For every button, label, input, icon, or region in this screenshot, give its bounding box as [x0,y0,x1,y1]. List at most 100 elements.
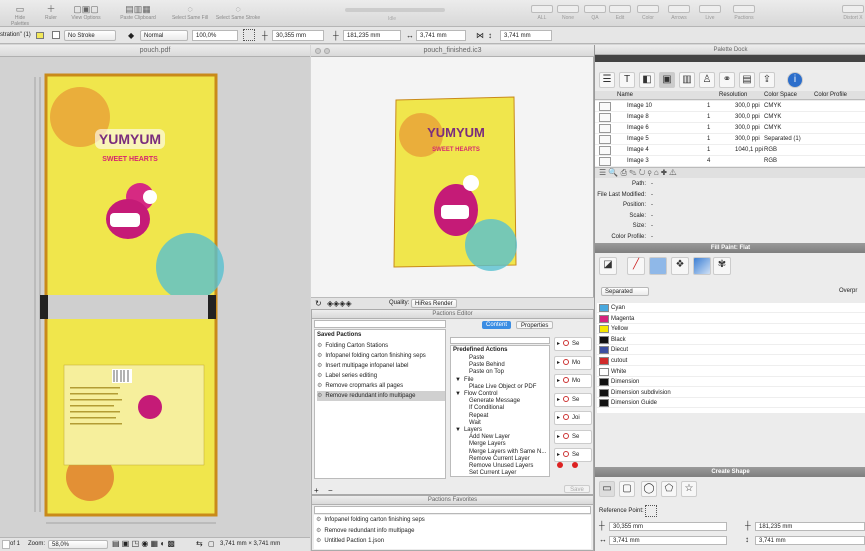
width-field[interactable]: 3,741 mm [416,30,466,41]
image-row[interactable]: Image 10 1 300,0 ppi CMYK [595,101,865,112]
separation-row[interactable]: Black [597,335,865,345]
select-same-stroke-button[interactable]: ◌ Select Same Stroke [214,3,262,21]
export-icon[interactable]: ⇪ [759,72,775,88]
image-row[interactable]: Image 4 1 1040,1 ppi RGB [595,145,865,156]
favorites-search-input[interactable] [314,506,591,514]
distort-x-button[interactable]: Distort X [838,5,865,21]
separation-row[interactable]: Dimension [597,377,865,388]
predefined-action-item[interactable]: Set Current Layer [469,470,516,476]
disclosure-triangle-icon[interactable]: ▼ [455,427,461,433]
favorite-item[interactable]: ⚙ Infopanel folding carton finishing seps [316,515,586,525]
hide-palettes-button[interactable]: ▭ Hide Palettes [6,3,34,27]
paction-step[interactable]: ▸ Joi [554,411,592,425]
rounded-rect-shape-icon[interactable]: ▢ [619,481,635,497]
remove-paction-button[interactable]: − [328,486,333,495]
separation-row[interactable]: Diecut [597,345,865,356]
no-fill-icon[interactable]: ╱ [627,257,645,275]
overprint-checkbox[interactable]: Overpr [839,288,857,294]
predefined-action-item[interactable]: Paste on Top [469,369,504,376]
reference-point-icon[interactable] [645,505,657,517]
height-field[interactable]: 3,741 mm [500,30,552,41]
view-mode-icons[interactable]: ▤ ▣ ◳ ◉ ▦ ◐ ▩ [112,539,175,548]
swatch-fill-icon[interactable]: ◪ [599,257,617,275]
flat-fill-icon[interactable] [649,257,667,275]
stroke-select[interactable]: No Stroke [64,30,116,41]
layers-icon[interactable]: ◧ [639,72,655,88]
view-icon[interactable]: ◈◈◈◈ [327,299,352,308]
saved-search-input[interactable] [314,320,446,328]
view-options-button[interactable]: ▢▣▢ View Options [66,3,106,21]
separation-row[interactable]: Dimension subdivision [597,388,865,398]
expand-icon[interactable]: ▸ [557,360,560,366]
add-paction-button[interactable]: + [314,486,319,495]
document-icon[interactable]: ▤ [739,72,755,88]
predefined-action-item[interactable]: Merge Layers [469,441,506,448]
ruler-button[interactable]: ＋ Ruler [40,3,62,21]
saved-paction-item[interactable]: ⚙ Label series editing [317,371,445,381]
blend-mode-select[interactable]: Normal [140,30,188,41]
shape-x-field[interactable]: 30,355 mm [609,522,727,531]
image-row[interactable]: Image 8 1 300,0 ppi CMYK [595,112,865,123]
favorite-item[interactable]: ⚙ Remove redundant info multipage [316,526,586,536]
disclosure-triangle-icon[interactable]: ▼ [455,391,461,397]
zoom-select[interactable]: 58,0% [48,540,108,549]
save-button[interactable]: Save [564,485,590,493]
paction-step[interactable]: ▸ Se [554,429,592,444]
image-row[interactable]: Image 3 4 RGB [595,156,865,167]
expand-icon[interactable]: ▸ [557,434,560,440]
saved-paction-item[interactable]: ⚙ Remove cropmarks all pages [317,381,445,391]
opacity-field[interactable]: 100,0% [192,30,238,41]
separation-row[interactable]: White [597,367,865,377]
actions-search-input[interactable] [450,337,550,344]
separation-row[interactable]: Yellow [597,324,865,335]
pouch-artwork[interactable]: YUMYUM SWEET HEARTS [0,57,310,537]
predefined-action-item[interactable]: ▼ Flow Control [455,391,498,398]
predefined-action-item[interactable]: Paste [469,355,484,362]
image-row[interactable]: Image 5 1 300,0 ppi Separated (1) [595,134,865,145]
quickbar-pactions[interactable]: Pactions [727,5,761,21]
predefined-action-item[interactable]: Generate Message [469,398,520,405]
texture-fill-icon[interactable]: ✾ [713,257,731,275]
quickbar-edit[interactable]: Edit [605,5,635,21]
paction-step[interactable]: ▸ Mo [554,374,592,388]
favorite-item[interactable]: ⚙ Untitled Paction 1.json [316,536,586,546]
fill-swatch[interactable] [36,32,44,39]
paction-step[interactable]: ▸ Se [554,337,592,351]
minimize-window-button[interactable] [324,48,330,54]
pouch-3d-preview[interactable]: YUMYUM SWEET HEARTS [391,95,521,275]
predefined-action-item[interactable]: Repeat [469,413,488,420]
disclosure-triangle-icon[interactable]: ▼ [455,377,461,383]
images-icon[interactable]: ▣ [659,72,675,88]
rectangle-shape-icon[interactable]: ▭ [599,481,615,497]
x-field[interactable]: 30,355 mm [272,30,324,41]
quickbar-color[interactable]: Color [633,5,663,21]
tab-properties[interactable]: Properties [516,321,554,329]
stamp-icon[interactable]: ♙ [699,72,715,88]
paction-step[interactable]: ▸ Se [554,392,592,407]
predefined-action-item[interactable]: Place Live Object or PDF [469,384,536,391]
saved-paction-item[interactable]: ⚙ Insert multipage infopanel label [317,361,445,371]
barcode-icon[interactable]: ▥ [679,72,695,88]
separation-row[interactable]: Dimension Guide [597,398,865,409]
quickbar-arrows[interactable]: Arrows [664,5,694,21]
predefined-action-item[interactable]: Wait [469,420,481,427]
image-row[interactable]: Image 6 1 300,0 ppi CMYK [595,123,865,134]
gradient-fill-icon[interactable] [693,257,711,275]
lock-ratio-icon[interactable]: ⋈ [476,30,484,41]
predefined-action-item[interactable]: Remove Unused Layers [469,463,533,470]
paction-step[interactable]: ▸ Mo [554,355,592,370]
stroke-swatch[interactable] [52,31,60,39]
page-field[interactable] [2,540,10,549]
tab-content[interactable]: Content [482,321,512,329]
paste-clipboard-button[interactable]: ▤▥▦ Paste Clipboard [116,3,160,21]
refresh-icon[interactable]: ↻ [315,299,322,308]
shape-y-field[interactable]: 181,235 mm [755,522,865,531]
predefined-action-item[interactable]: If Conditional [469,405,504,412]
saved-paction-item[interactable]: ⚙ Infopanel folding carton finishing seps [317,351,445,361]
expand-icon[interactable]: ▸ [557,415,560,421]
close-window-button[interactable] [315,48,321,54]
reference-point-icon[interactable] [243,29,255,41]
predefined-action-item[interactable]: ▼ Layers [455,427,482,434]
split-view-icon[interactable]: ⇆ [196,539,203,548]
polygon-shape-icon[interactable]: ⬠ [661,481,677,497]
